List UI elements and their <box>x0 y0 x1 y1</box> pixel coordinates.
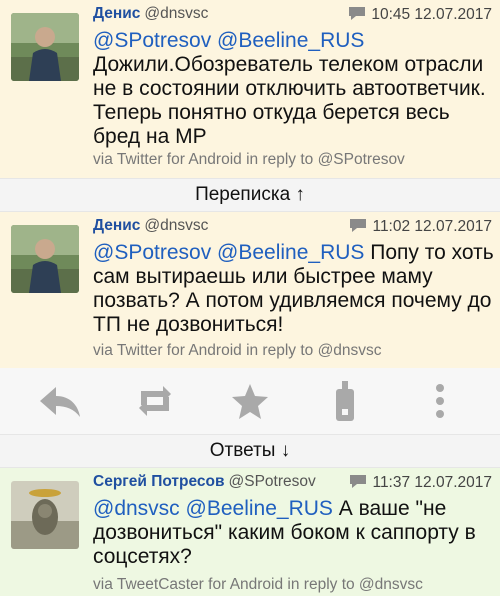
mentions[interactable]: @SPotresov @Beeline_RUS <box>93 29 364 52</box>
via-line: via TweetCaster for Android in reply to … <box>93 576 423 593</box>
reply-button[interactable] <box>34 375 86 427</box>
mentions[interactable]: @SPotresov @Beeline_RUS <box>93 241 364 264</box>
avatar[interactable] <box>11 225 79 293</box>
share-button[interactable] <box>319 375 371 427</box>
tweet-action-bar <box>0 368 500 434</box>
reply-item[interactable]: Сергей Потресов @SPotresov 11:37 12.07.20… <box>0 468 500 596</box>
tweet-item-selected[interactable]: Денис @dnsvsc 11:02 12.07.2017 @SPotresov… <box>0 212 500 368</box>
author-handle[interactable]: @dnsvsc <box>144 5 208 22</box>
author-handle[interactable]: @SPotresov <box>229 473 316 490</box>
avatar[interactable] <box>11 481 79 549</box>
favorite-button[interactable] <box>224 375 276 427</box>
tweet-meta: 11:37 12.07.2017 <box>348 473 492 494</box>
tweet-text: @SPotresov @Beeline_RUS Дожили.Обозреват… <box>93 29 494 149</box>
conversation-bubble-icon <box>347 5 367 26</box>
timestamp: 10:45 12.07.2017 <box>371 6 492 23</box>
timestamp: 11:37 12.07.2017 <box>372 474 492 491</box>
more-vert-icon <box>436 384 445 418</box>
tweet-text: @SPotresov @Beeline_RUS Попу то хоть сам… <box>93 241 494 337</box>
more-button[interactable] <box>414 375 466 427</box>
conversation-bubble-icon <box>348 473 368 494</box>
reply-icon <box>39 387 80 417</box>
tweet-header: Денис @dnsvsc 11:02 12.07.2017 <box>93 217 492 239</box>
timestamp: 11:02 12.07.2017 <box>372 218 492 235</box>
via-line: via Twitter for Android in reply to @SPo… <box>93 151 405 168</box>
tweet-header: Сергей Потресов @SPotresov 11:37 12.07.20… <box>93 473 492 495</box>
tweet-text: @dnsvsc @Beeline_RUS А ваше "не дозвонит… <box>93 497 494 569</box>
author-handle[interactable]: @dnsvsc <box>144 217 208 234</box>
author-name[interactable]: Сергей Потресов <box>93 473 225 490</box>
retweet-icon <box>138 386 171 416</box>
via-line: via Twitter for Android in reply to @dns… <box>93 342 382 359</box>
favorite-star-icon <box>231 384 268 419</box>
share-phone-icon <box>336 381 355 421</box>
retweet-button[interactable] <box>129 375 181 427</box>
author-name[interactable]: Денис <box>93 217 140 234</box>
thread-divider[interactable]: Переписка ↑ <box>0 178 500 212</box>
tweet-body: Дожили.Обозреватель телеком отрасли не в… <box>93 53 486 148</box>
tweet-item[interactable]: Денис @dnsvsc 10:45 12.07.2017 @SPotresov… <box>0 0 500 178</box>
tweet-header: Денис @dnsvsc 10:45 12.07.2017 <box>93 5 492 27</box>
mentions[interactable]: @dnsvsc @Beeline_RUS <box>93 497 333 520</box>
author-name[interactable]: Денис <box>93 5 140 22</box>
tweet-meta: 10:45 12.07.2017 <box>347 5 492 26</box>
replies-divider[interactable]: Ответы ↓ <box>0 434 500 468</box>
conversation-bubble-icon <box>348 217 368 238</box>
avatar[interactable] <box>11 13 79 81</box>
tweet-meta: 11:02 12.07.2017 <box>348 217 492 238</box>
